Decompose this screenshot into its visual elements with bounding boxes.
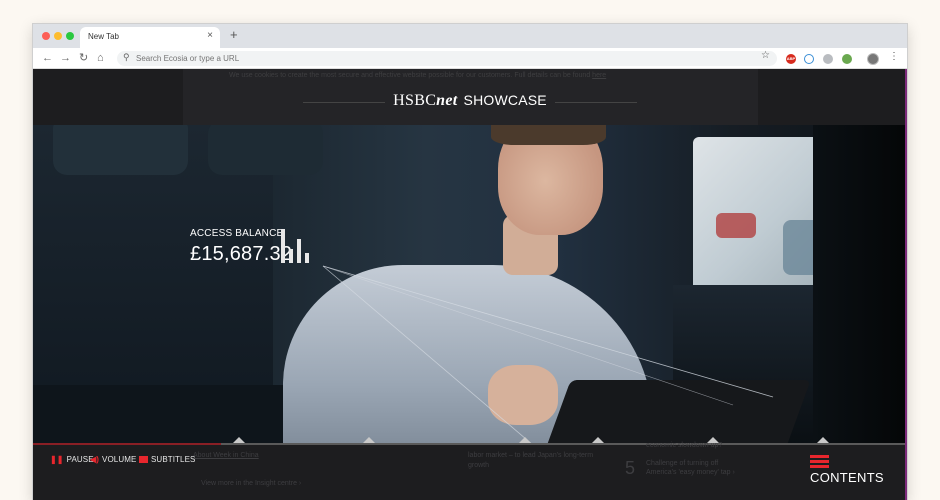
tab-close-icon[interactable]: × bbox=[207, 30, 213, 41]
address-input[interactable] bbox=[136, 52, 636, 65]
page-viewport: We use cookies to create the most secure… bbox=[33, 69, 907, 500]
browser-window: New Tab × + ← → ↻ ⌂ ⚲ ☆ ABP ⋮ We use coo… bbox=[33, 24, 907, 500]
subtitles-button[interactable]: SUBTITLES bbox=[139, 455, 195, 464]
new-tab-button[interactable]: + bbox=[230, 27, 238, 42]
forward-arrow-icon[interactable]: → bbox=[60, 51, 71, 65]
cookie-link[interactable]: here bbox=[592, 72, 606, 79]
balance-label: ACCESS BALANCE bbox=[190, 228, 284, 239]
subtitles-icon bbox=[139, 456, 148, 463]
balance-bar bbox=[281, 229, 285, 263]
brand-logo: HSBCnet bbox=[393, 92, 457, 109]
minimize-window-button[interactable] bbox=[54, 32, 62, 40]
balance-bar bbox=[305, 253, 309, 263]
timeline-chapter-marker[interactable] bbox=[363, 437, 375, 443]
home-icon[interactable]: ⌂ bbox=[97, 51, 104, 65]
abp-icon[interactable]: ABP bbox=[786, 54, 796, 64]
contents-label: CONTENTS bbox=[810, 470, 884, 485]
balance-bar bbox=[289, 249, 293, 263]
browser-menu-icon[interactable]: ⋮ bbox=[889, 51, 899, 62]
volume-icon: ◀) bbox=[90, 455, 100, 464]
browser-toolbar: ← → ↻ ⌂ ⚲ ☆ ABP ⋮ bbox=[33, 48, 907, 69]
background-number: 5 bbox=[625, 458, 636, 478]
video-controls: About Week in China View more in the Ins… bbox=[33, 442, 907, 500]
volume-label: VOLUME bbox=[102, 455, 137, 464]
video-player[interactable]: ACCESS BALANCE £15,687.32 bbox=[33, 125, 907, 445]
cloud-icon[interactable] bbox=[823, 54, 833, 64]
balance-bar bbox=[297, 239, 301, 263]
maximize-window-button[interactable] bbox=[66, 32, 74, 40]
tab-title: New Tab bbox=[88, 32, 119, 41]
balance-bar-chart-icon bbox=[281, 229, 317, 263]
cookie-notice-text: We use cookies to create the most secure… bbox=[229, 72, 591, 79]
back-arrow-icon[interactable]: ← bbox=[42, 51, 53, 65]
bookmark-star-icon[interactable]: ☆ bbox=[761, 50, 770, 61]
timeline-chapter-marker[interactable] bbox=[592, 437, 604, 443]
showcase-header: HSBCnet SHOWCASE bbox=[33, 92, 907, 110]
timeline-chapter-marker[interactable] bbox=[233, 437, 245, 443]
page-scroll-edge bbox=[905, 69, 907, 500]
background-text: Challenge of turning off bbox=[646, 460, 719, 467]
reload-icon[interactable]: ↻ bbox=[79, 51, 88, 65]
contents-button[interactable]: CONTENTS bbox=[810, 455, 907, 485]
search-icon: ⚲ bbox=[123, 52, 130, 62]
access-balance-callout: ACCESS BALANCE £15,687.32 bbox=[190, 228, 292, 266]
volume-button[interactable]: ◀) VOLUME bbox=[90, 455, 136, 464]
callout-connector-lines bbox=[322, 265, 774, 445]
balance-value: £15,687.32 bbox=[190, 243, 293, 265]
background-text: economic slowdown up? bbox=[646, 442, 723, 449]
subtitles-label: SUBTITLES bbox=[151, 455, 196, 464]
close-window-button[interactable] bbox=[42, 32, 50, 40]
pause-button[interactable]: ❚❚ PAUSE bbox=[50, 455, 94, 464]
timeline-chapter-marker[interactable] bbox=[519, 437, 531, 443]
shield-icon[interactable] bbox=[804, 54, 814, 64]
background-link: About Week in China bbox=[193, 452, 259, 459]
tab-strip: New Tab × + bbox=[33, 24, 907, 48]
showcase-label: SHOWCASE bbox=[463, 92, 547, 108]
pause-icon: ❚❚ bbox=[50, 455, 64, 464]
timeline-chapter-marker[interactable] bbox=[817, 437, 829, 443]
background-text: America's 'easy money' tap › bbox=[646, 469, 735, 476]
brand-main: HSBC bbox=[393, 92, 437, 109]
cookie-notice: We use cookies to create the most secure… bbox=[229, 72, 606, 79]
background-link: View more in the Insight centre › bbox=[201, 480, 302, 487]
background-text: growth bbox=[468, 462, 490, 469]
background-text: labor market – to lead Japan's long-term bbox=[468, 452, 594, 459]
address-bar[interactable]: ⚲ bbox=[117, 51, 777, 66]
contents-menu-icon bbox=[810, 455, 829, 469]
globe-icon[interactable] bbox=[842, 54, 852, 64]
profile-avatar[interactable] bbox=[867, 53, 879, 65]
tab-new-tab[interactable]: New Tab × bbox=[80, 27, 220, 48]
brand-emphasis: net bbox=[436, 92, 458, 109]
